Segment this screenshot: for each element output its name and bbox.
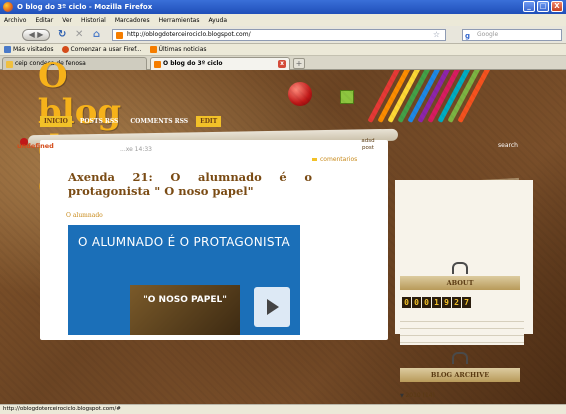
play-button-icon[interactable] (254, 287, 290, 327)
menu-ver[interactable]: Ver (62, 17, 72, 24)
post-title[interactable]: Axenda 21: O alumnado é o protagonista "… (68, 170, 312, 198)
status-bar: http://oblogdoterceirociclo.blogspot.com… (0, 404, 566, 414)
clip-icon (452, 352, 468, 364)
bookmark-mas-visitados[interactable]: Más visitados (4, 46, 54, 53)
blog-navigation: INICIO POSTS RSS COMMENTS RSS EDIT (40, 116, 222, 127)
navigation-toolbar: ◀ ▶ ↻ ✕ ⌂ http://oblogdoterceirociclo.bl… (0, 26, 566, 44)
visit-counter: 0 0 0 1 9 2 7 (402, 297, 471, 308)
lined-paper-decoration (400, 315, 524, 345)
widget-title-about: ABOUT (400, 276, 520, 290)
search-box[interactable]: g Google (462, 29, 562, 41)
bookmark-label: Más visitados (13, 46, 54, 53)
menu-ayuda[interactable]: Ayuda (208, 17, 227, 24)
close-tab-icon[interactable]: x (278, 60, 286, 68)
tab-blog[interactable]: O blog do 3º ciclo x (150, 57, 290, 70)
bookmark-ultimas-noticias[interactable]: Últimas noticias (149, 46, 207, 53)
bookmark-comenzar[interactable]: Comenzar a usar Firef... (61, 46, 142, 53)
bookmarks-toolbar: Más visitados Comenzar a usar Firef... Ú… (0, 44, 566, 56)
nav-edit[interactable]: EDIT (196, 116, 222, 127)
address-bar[interactable]: http://oblogdoterceirociclo.blogspot.com… (112, 29, 446, 41)
menu-marcadores[interactable]: Marcadores (115, 17, 150, 24)
undefined-badge: undefined (17, 142, 54, 150)
widget-title-archive: BLOG ARCHIVE (400, 368, 520, 382)
firefox-logo-icon (3, 2, 13, 12)
close-window-button[interactable]: X (551, 1, 563, 12)
nav-posts-rss[interactable]: POSTS RSS (76, 116, 122, 127)
stop-icon[interactable]: ✕ (75, 29, 83, 40)
menu-historial[interactable]: Historial (81, 17, 106, 24)
bookmark-label: Comenzar a usar Firef... (70, 46, 142, 53)
menu-editar[interactable]: Editar (35, 17, 53, 24)
menu-herramientas[interactable]: Herramientas (159, 17, 200, 24)
bookmark-label: Últimas noticias (158, 46, 207, 53)
site-favicon-icon (116, 32, 123, 39)
post-label-link[interactable]: O alumnado (66, 212, 103, 219)
bookmark-folder-icon (4, 46, 11, 53)
adsense-slot: adsd post (361, 138, 375, 151)
tab-label: O blog do 3º ciclo (163, 60, 223, 67)
home-icon[interactable]: ⌂ (93, 29, 100, 40)
tab-favicon-icon (6, 61, 13, 68)
archive-year-item[interactable]: 2010 (14) (400, 392, 435, 399)
video-heading: O ALUMNADO É O PROTAGONISTA (77, 235, 291, 249)
menu-bar: Archivo Editar Ver Historial Marcadores … (0, 14, 566, 26)
video-thumbnail: "O NOSO PAPEL" (130, 285, 240, 335)
url-text: http://oblogdoterceirociclo.blogspot.com… (127, 31, 251, 38)
window-title: O blog do 3º ciclo - Mozilla Firefox (17, 3, 153, 11)
clip-icon (452, 262, 468, 274)
back-forward-button[interactable]: ◀ ▶ (22, 29, 50, 41)
green-cube-decoration (340, 90, 354, 104)
counter-digit: 9 (442, 297, 451, 308)
tab-favicon-icon (154, 61, 161, 68)
menu-archivo[interactable]: Archivo (4, 17, 26, 24)
window-controls: _ □ X (523, 1, 563, 12)
new-tab-button[interactable]: + (293, 58, 305, 69)
counter-digit: 0 (402, 297, 411, 308)
red-ball-decoration (288, 82, 312, 106)
window-titlebar: O blog do 3º ciclo - Mozilla Firefox _ □… (0, 0, 566, 14)
video-subtitle: "O NOSO PAPEL" (143, 295, 227, 305)
nav-inicio[interactable]: INICIO (40, 116, 72, 127)
reload-icon[interactable]: ↻ (58, 29, 66, 40)
counter-digit: 0 (412, 297, 421, 308)
sidebar (395, 180, 533, 334)
counter-digit: 2 (452, 297, 461, 308)
counter-digit: 1 (432, 297, 441, 308)
bookmark-star-icon[interactable]: ☆ (433, 30, 440, 40)
minimize-button[interactable]: _ (523, 1, 535, 12)
search-label[interactable]: search (498, 142, 518, 149)
nav-comments-rss[interactable]: COMMENTS RSS (126, 116, 192, 127)
rss-icon (149, 46, 157, 53)
google-icon: g (465, 32, 471, 40)
post-comments-link[interactable]: comentarios (312, 156, 357, 163)
counter-digit: 0 (422, 297, 431, 308)
counter-digit: 7 (462, 297, 471, 308)
colored-pencils-decoration (367, 70, 560, 150)
video-embed[interactable]: O ALUMNADO É O PROTAGONISTA "O NOSO PAPE… (68, 225, 300, 335)
maximize-button[interactable]: □ (537, 1, 549, 12)
firefox-bookmark-icon (61, 46, 69, 53)
post-date: ...xe 14:33 (120, 146, 152, 153)
search-placeholder: Google (477, 31, 499, 38)
